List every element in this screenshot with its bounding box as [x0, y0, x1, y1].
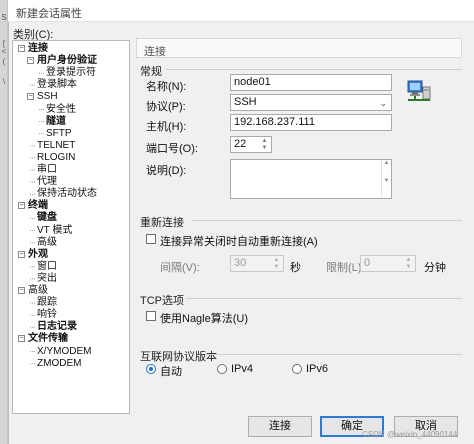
tree-item[interactable]: 终端	[28, 200, 48, 212]
tree-item[interactable]: SSH	[37, 91, 58, 103]
tree-collapse-icon[interactable]: −	[18, 287, 25, 294]
tree-item[interactable]: 键盘	[37, 212, 57, 224]
connect-button[interactable]: 连接	[248, 416, 312, 437]
description-textarea[interactable]: ▲ ▼	[230, 159, 392, 199]
protocol-label: 协议(P):	[146, 101, 186, 113]
tree-item[interactable]: 代理	[37, 176, 57, 188]
dialog-title: 新建会话属性	[16, 8, 82, 20]
ip-version-divider	[206, 354, 462, 355]
host-input[interactable]: 192.168.237.111	[230, 114, 392, 131]
ipv4-radio[interactable]	[217, 364, 227, 374]
protocol-select[interactable]: SSH ⌄	[230, 94, 392, 111]
description-scrollbar[interactable]: ▲ ▼	[381, 160, 391, 198]
ipv4-label: IPv4	[231, 363, 254, 375]
tree-item[interactable]: 日志记录	[37, 321, 77, 333]
tree-item[interactable]: 安全性	[46, 104, 76, 116]
tree-item[interactable]: 突出	[37, 273, 57, 285]
limit-unit: 分钟	[424, 262, 446, 274]
port-value: 22	[234, 138, 247, 150]
strip-glyph: \	[2, 77, 6, 86]
ip-version-group-title: 互联网协议版本	[140, 351, 217, 363]
interval-label: 间隔(V):	[160, 262, 200, 274]
tree-item[interactable]: 隧道	[46, 116, 66, 128]
nagle-checkbox[interactable]	[146, 311, 156, 321]
tree-item[interactable]: 高级	[28, 285, 48, 297]
tree-item[interactable]: RLOGIN	[37, 152, 75, 164]
tree-item[interactable]: 高级	[37, 237, 57, 249]
tree-collapse-icon[interactable]: −	[18, 250, 25, 258]
host-label: 主机(H):	[146, 121, 187, 133]
port-label: 端口号(O):	[146, 143, 198, 155]
section-header-box	[136, 38, 462, 58]
tree-item[interactable]: 用户身份验证	[37, 55, 97, 67]
section-header: 连接	[144, 46, 166, 58]
reconnect-group-title: 重新连接	[140, 217, 184, 229]
tree-item[interactable]: 登录提示符	[46, 67, 96, 79]
strip-glyph: (	[2, 57, 6, 66]
tree-item[interactable]: 响铃	[37, 309, 57, 321]
watermark: CSDN @weixin_44090144	[362, 430, 458, 439]
strip-glyph: <	[1, 47, 7, 56]
tree-item[interactable]: 窗口	[37, 261, 57, 273]
ipv6-label: IPv6	[306, 363, 329, 375]
auto-reconnect-checkbox[interactable]	[146, 234, 156, 244]
interval-input[interactable]: 30 ▲ ▼	[230, 255, 284, 272]
category-tree[interactable]: 连接 − 用户身份验证 − 登录提示符 登录脚本 SSH − 安全性 隧道 SFTP TELNET RL…	[12, 40, 130, 414]
tree-item[interactable]: VT 模式	[37, 225, 72, 237]
spinner-arrows-icon[interactable]: ▲ ▼	[404, 257, 413, 271]
tree-item[interactable]: ZMODEM	[37, 358, 81, 370]
tree-item[interactable]: 跟踪	[37, 297, 57, 309]
tree-collapse-icon[interactable]: −	[18, 45, 25, 52]
limit-value: 0	[364, 257, 371, 269]
background-window-strip	[0, 0, 8, 444]
nagle-label: 使用Nagle算法(U)	[160, 313, 249, 325]
name-input[interactable]: node01	[230, 74, 392, 91]
ipv6-radio[interactable]	[292, 364, 302, 374]
general-divider	[166, 69, 462, 70]
tree-item[interactable]: 文件传输	[28, 333, 68, 345]
spinner-arrows-icon[interactable]: ▲ ▼	[272, 257, 281, 271]
tree-item[interactable]: 外观	[28, 249, 48, 261]
reconnect-divider	[192, 220, 462, 221]
tree-collapse-icon[interactable]: −	[18, 202, 25, 210]
protocol-value: SSH	[234, 96, 257, 108]
tcp-divider	[186, 298, 462, 299]
network-computer-icon	[407, 80, 431, 101]
tree-collapse-icon[interactable]: −	[18, 335, 25, 343]
port-input[interactable]: 22 ▲ ▼	[230, 136, 272, 153]
chevron-down-icon: ⌄	[379, 98, 387, 108]
tree-item[interactable]: TELNET	[37, 140, 75, 152]
interval-unit: 秒	[290, 262, 301, 274]
ip-auto-label: 自动	[160, 366, 182, 378]
limit-label: 限制(L):	[326, 262, 365, 274]
tree-item[interactable]: 保持活动状态	[37, 188, 97, 200]
general-group-title: 常规	[140, 66, 162, 78]
tree-item[interactable]: X/YMODEM	[37, 346, 91, 358]
auto-reconnect-label: 连接异常关闭时自动重新连接(A)	[160, 236, 318, 248]
ip-auto-radio[interactable]	[146, 364, 156, 374]
description-label: 说明(D):	[146, 165, 187, 177]
tree-item[interactable]: 串口	[37, 164, 57, 176]
tree-item[interactable]: SFTP	[46, 128, 72, 140]
interval-value: 30	[234, 257, 247, 269]
tree-collapse-icon[interactable]: −	[27, 57, 34, 65]
tree-item[interactable]: 登录脚本	[37, 79, 77, 91]
name-label: 名称(N):	[146, 81, 187, 93]
tcp-group-title: TCP选项	[140, 295, 184, 307]
strip-glyph: S	[1, 13, 7, 22]
spinner-arrows-icon[interactable]: ▲ ▼	[260, 138, 269, 152]
tree-item[interactable]: 连接	[28, 43, 48, 55]
tree-collapse-icon[interactable]: −	[27, 93, 34, 101]
limit-input[interactable]: 0 ▲ ▼	[360, 255, 416, 272]
